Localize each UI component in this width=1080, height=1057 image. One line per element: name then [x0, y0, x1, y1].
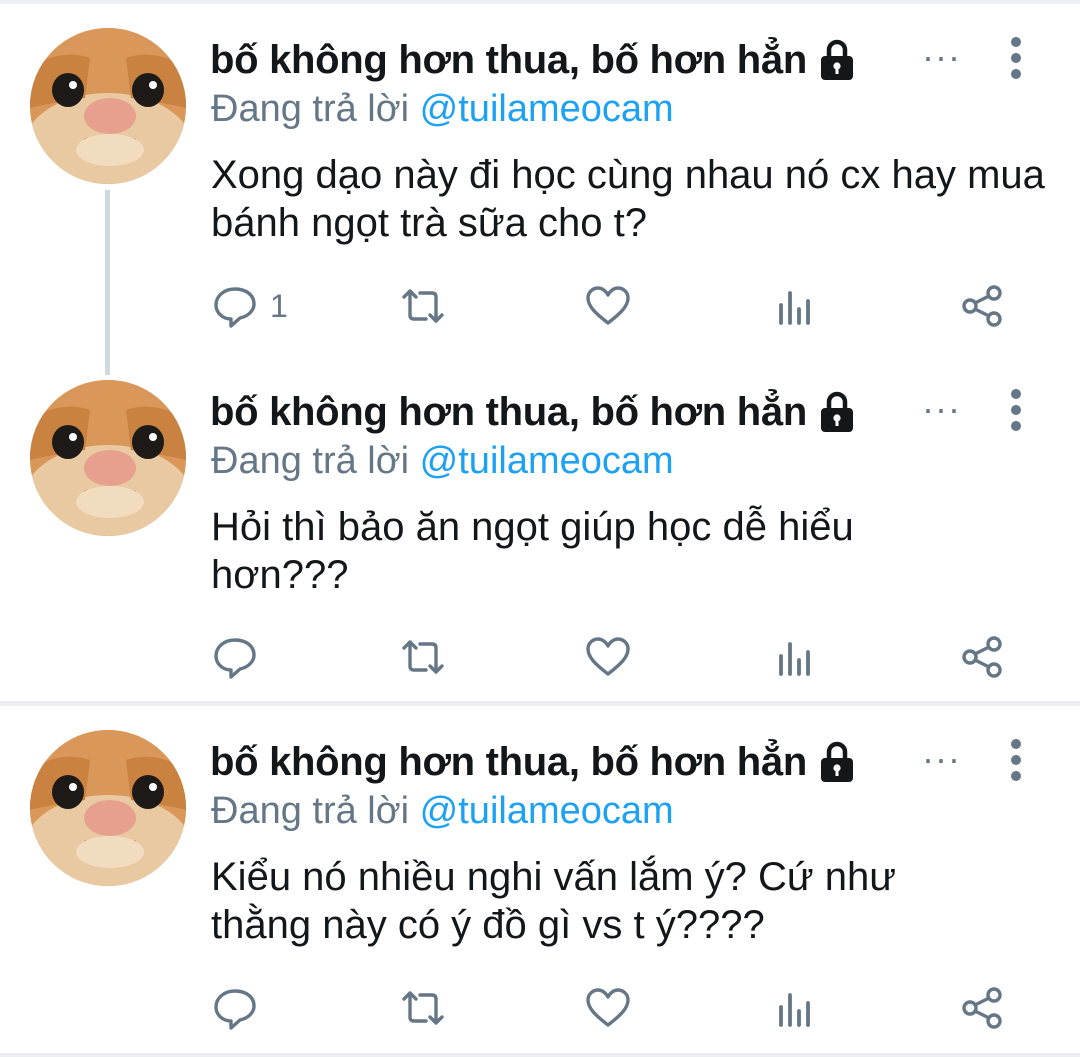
replying-to: Đang trả lời @tuilameocam: [211, 790, 674, 833]
like-button[interactable]: [585, 983, 631, 1033]
author-name[interactable]: bố không hơn thua, bố hơn hẳn: [210, 390, 807, 435]
avatar[interactable]: [30, 380, 186, 536]
analytics-button[interactable]: [773, 983, 819, 1033]
like-icon: [586, 286, 630, 325]
reply-handle-link[interactable]: @tuilameocam: [420, 790, 674, 832]
author-row: bố không hơn thua, bố hơn hẳn: [210, 737, 857, 787]
reply-prefix: Đang trả lời: [211, 790, 420, 832]
lock-icon: [820, 391, 853, 432]
reply-handle-link[interactable]: @tuilameocam: [420, 440, 674, 482]
share-icon: [962, 636, 1002, 678]
tweet-text: Kiểu nó nhiều nghi vấn lắm ý? Cứ như thằ…: [211, 855, 897, 947]
retweet-icon: [402, 991, 444, 1025]
tweet[interactable]: bố không hơn thua, bố hơn hẳn ··· Đang t…: [0, 352, 1080, 702]
analytics-button[interactable]: [773, 632, 819, 682]
action-bar: 1: [0, 281, 1080, 331]
like-icon: [586, 988, 630, 1027]
analytics-button[interactable]: [773, 281, 819, 331]
reply-button[interactable]: [212, 632, 270, 682]
share-button[interactable]: [960, 632, 1006, 682]
like-icon: [586, 637, 630, 676]
reply-handle-link[interactable]: @tuilameocam: [420, 88, 674, 130]
retweet-button[interactable]: [400, 632, 446, 682]
author-row: bố không hơn thua, bố hơn hẳn: [210, 35, 857, 85]
retweet-button[interactable]: [400, 983, 446, 1033]
replying-to: Đang trả lời @tuilameocam: [211, 440, 674, 483]
action-bar: [0, 632, 1080, 682]
share-button[interactable]: [960, 983, 1006, 1033]
bottom-divider: [0, 1053, 1080, 1057]
ellipsis: ···: [922, 388, 961, 429]
more-icon[interactable]: [1004, 382, 1028, 442]
retweet-icon: [402, 640, 444, 674]
like-button[interactable]: [585, 632, 631, 682]
lock-icon: [820, 39, 853, 80]
reply-prefix: Đang trả lời: [211, 440, 420, 482]
reply-button[interactable]: [212, 983, 270, 1033]
share-icon: [962, 285, 1002, 327]
replying-to: Đang trả lời @tuilameocam: [211, 88, 674, 131]
reply-icon: [214, 287, 256, 328]
share-button[interactable]: [960, 281, 1006, 331]
like-button[interactable]: [585, 281, 631, 331]
tweet[interactable]: bố không hơn thua, bố hơn hẳn ··· Đang t…: [0, 0, 1080, 352]
analytics-icon: [779, 642, 810, 676]
avatar[interactable]: [30, 730, 186, 886]
author-name[interactable]: bố không hơn thua, bố hơn hẳn: [210, 38, 807, 83]
tweet-text: Hỏi thì bảo ăn ngọt giúp học dễ hiểu hơn…: [211, 505, 854, 597]
ellipsis: ···: [922, 738, 961, 779]
reply-icon: [214, 638, 256, 679]
reply-icon: [214, 989, 256, 1030]
reply-button[interactable]: 1: [212, 281, 288, 331]
action-bar: [0, 983, 1080, 1033]
share-icon: [962, 987, 1002, 1029]
reply-count: 1: [270, 287, 288, 324]
lock-icon: [820, 741, 853, 782]
author-row: bố không hơn thua, bố hơn hẳn: [210, 387, 857, 437]
avatar[interactable]: [30, 28, 186, 184]
author-name[interactable]: bố không hơn thua, bố hơn hẳn: [210, 740, 807, 785]
tweet[interactable]: bố không hơn thua, bố hơn hẳn ··· Đang t…: [0, 704, 1080, 1054]
tweet-text: Xong dạo này đi học cùng nhau nó cx hay …: [211, 153, 1045, 245]
ellipsis: ···: [922, 36, 961, 77]
reply-prefix: Đang trả lời: [211, 88, 420, 130]
analytics-icon: [779, 291, 810, 325]
retweet-icon: [402, 289, 444, 323]
more-icon[interactable]: [1004, 30, 1028, 90]
retweet-button[interactable]: [400, 281, 446, 331]
more-icon[interactable]: [1004, 732, 1028, 792]
analytics-icon: [779, 993, 810, 1027]
